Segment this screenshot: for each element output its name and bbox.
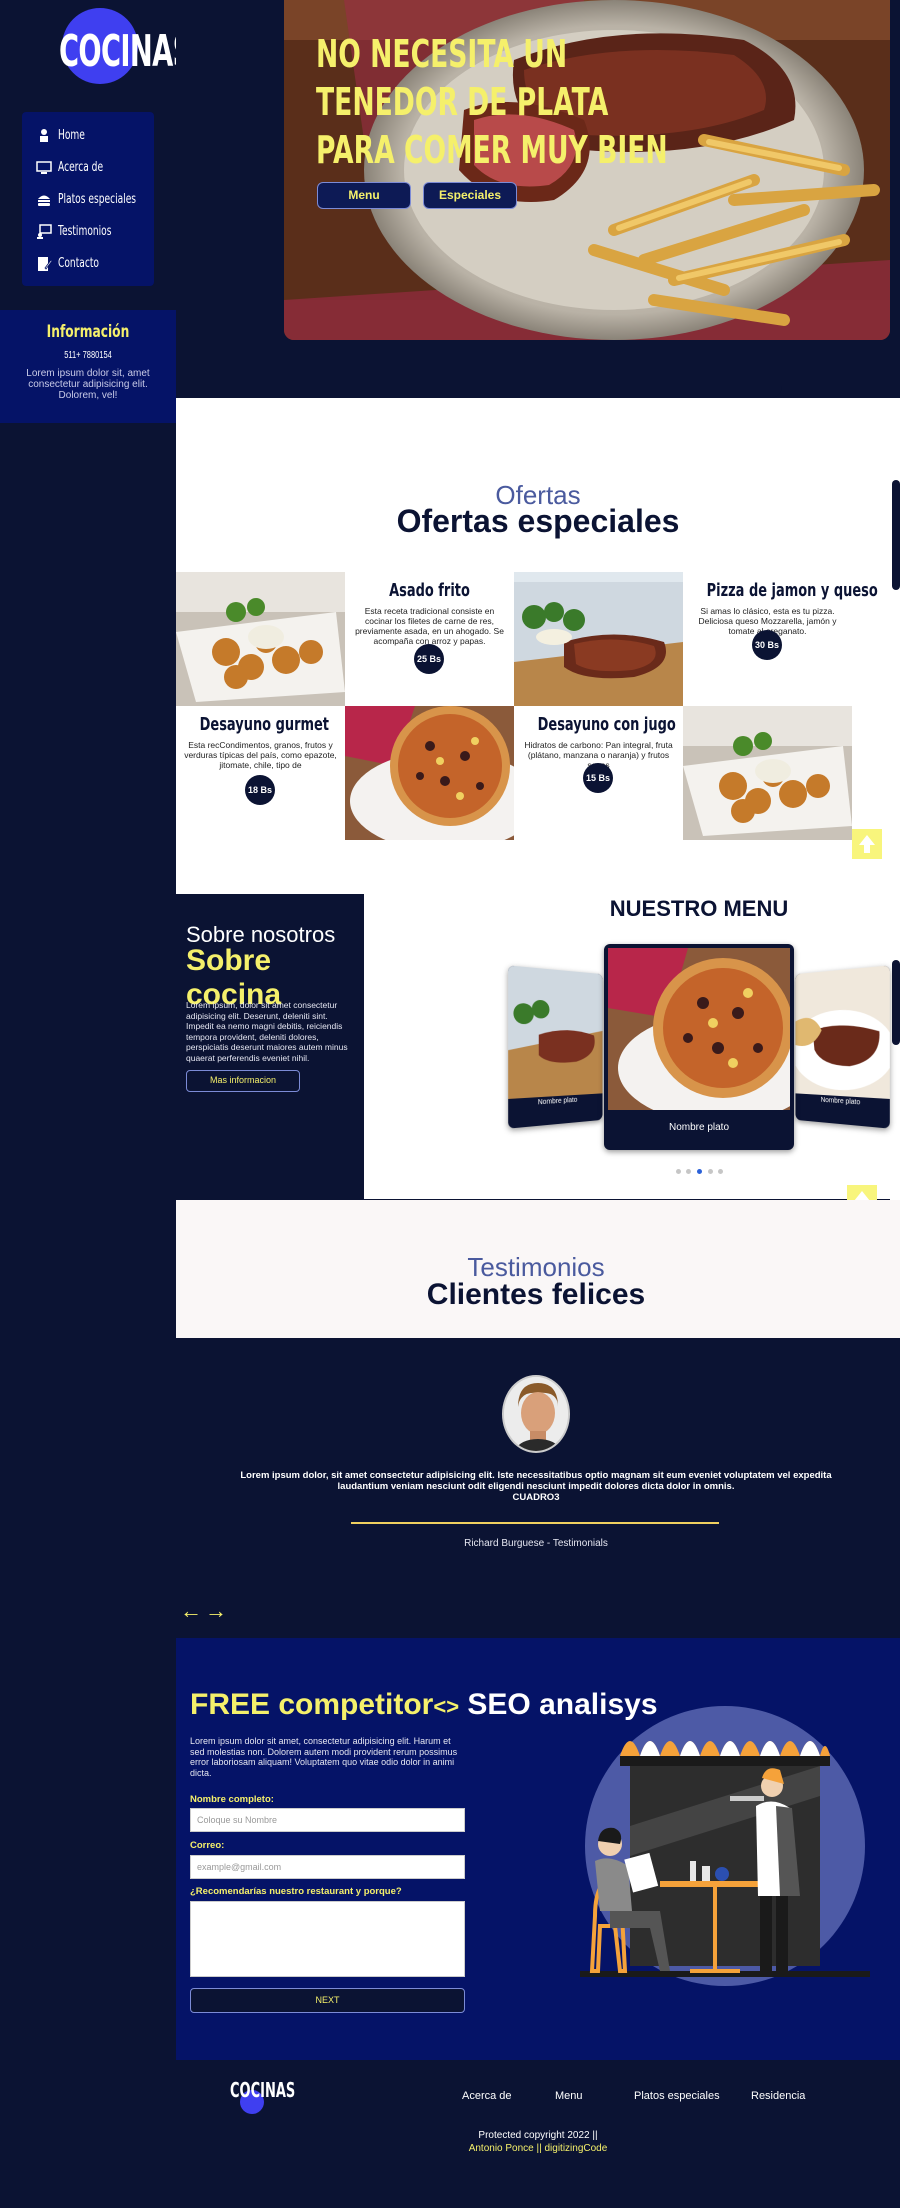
- carousel-dot[interactable]: [676, 1169, 681, 1174]
- menu-title: NUESTRO MENU: [364, 896, 900, 922]
- footer-link-acerca[interactable]: Acerca de: [462, 2090, 512, 2102]
- offer-title: Desayuno con jugo: [538, 714, 660, 735]
- author-credit: Antonio Ponce || digitizingCode: [176, 2143, 900, 2154]
- carousel-dot-active[interactable]: [697, 1169, 702, 1174]
- chat-icon: [36, 224, 52, 240]
- price-badge: 18 Bs: [245, 775, 275, 805]
- info-title: Información: [25, 322, 152, 342]
- hero-title: NO NECESITA UN TENEDOR DE PLATA PARA COM…: [316, 30, 668, 174]
- restaurant-illustration: [580, 1696, 880, 1996]
- name-input[interactable]: Coloque su Nombre: [190, 1808, 465, 1832]
- offer-description: Esta receta tradicional consiste en coci…: [351, 606, 508, 646]
- footer-link-residencia[interactable]: Residencia: [751, 2090, 805, 2102]
- food-image-nuggets: [176, 572, 345, 706]
- offer-title: Desayuno gurmet: [200, 714, 322, 735]
- monitor-icon: [36, 160, 52, 176]
- carousel-dot[interactable]: [718, 1169, 723, 1174]
- offer-card[interactable]: Desayuno con jugo Hidratos de carbono: P…: [514, 706, 683, 840]
- prev-arrow-icon[interactable]: ←: [180, 1598, 202, 1624]
- hero-title-line: PARA COMER MUY BIEN: [316, 126, 668, 174]
- hero-title-line: NO NECESITA UN: [316, 30, 668, 78]
- contact-icon: [36, 256, 52, 272]
- price-badge: 25 Bs: [414, 644, 444, 674]
- next-arrow-icon[interactable]: →: [205, 1598, 227, 1624]
- testimonials-title: Clientes felices: [176, 1278, 896, 1312]
- offer-card[interactable]: Pizza de jamon y queso Si amas lo clásic…: [683, 572, 852, 706]
- menu-card-image: [796, 965, 890, 1099]
- testimonial-quote: Lorem ipsum dolor, sit amet consectetur …: [236, 1470, 836, 1503]
- menu-card[interactable]: Nombre plato: [796, 965, 890, 1128]
- scroll-handle[interactable]: [892, 960, 900, 1045]
- brand-logo[interactable]: COCINAS: [40, 8, 140, 88]
- sidebar-item-label: Acerca de: [58, 160, 103, 175]
- offer-description: Esta recCondimentos, granos, frutos y ve…: [182, 740, 339, 770]
- offer-title: Pizza de jamon y queso: [707, 580, 829, 601]
- sidebar-item-contacto[interactable]: Contacto: [36, 254, 146, 274]
- arrow-up-icon: [852, 829, 882, 859]
- testimonial-author: Richard Burguese - Testimonials: [176, 1538, 896, 1549]
- menu-card-image: [508, 965, 602, 1099]
- testimonial-code: CUADRO3: [513, 1492, 560, 1503]
- sidebar-item-label: Contacto: [58, 256, 99, 271]
- testimonial-text: Lorem ipsum dolor, sit amet consectetur …: [240, 1470, 831, 1492]
- ofertas-title: Ofertas especiales: [176, 503, 900, 540]
- footer-logo-text: COCINAS: [230, 2078, 282, 2102]
- sidebar-item-acerca[interactable]: Acerca de: [36, 158, 146, 178]
- recommend-label: ¿Recomendarías nuestro restaurant y porq…: [190, 1886, 402, 1897]
- hero-banner: NO NECESITA UN TENEDOR DE PLATA PARA COM…: [284, 0, 890, 340]
- sidebar-nav: Home Acerca de Platos especiales Testimo…: [22, 112, 154, 286]
- about-text: Lorem ipsum, dolor sit amet consectetur …: [186, 1000, 356, 1063]
- especiales-button[interactable]: Especiales: [423, 182, 517, 209]
- food-image-nuggets: [683, 706, 852, 840]
- carousel-dot[interactable]: [686, 1169, 691, 1174]
- info-text: Lorem ipsum dolor sit, amet consectetur …: [14, 368, 162, 401]
- offer-card[interactable]: Desayuno gurmet Esta recCondimentos, gra…: [176, 706, 345, 840]
- burger-icon: [36, 192, 52, 208]
- recommend-textarea[interactable]: [190, 1901, 465, 1977]
- offer-title: Asado frito: [369, 580, 491, 601]
- sidebar-item-label: Platos especiales: [58, 192, 136, 207]
- email-input[interactable]: example@gmail.com: [190, 1855, 465, 1879]
- food-image-pizza: [345, 706, 514, 840]
- footer-link-platos[interactable]: Platos especiales: [634, 2090, 720, 2102]
- sidebar-item-label: Home: [58, 128, 85, 143]
- food-image-steak: [514, 572, 683, 706]
- next-button[interactable]: NEXT: [190, 1988, 465, 2013]
- copyright-text: Protected copyright 2022 ||: [176, 2130, 900, 2141]
- menu-card[interactable]: Nombre plato: [508, 965, 602, 1128]
- menu-button[interactable]: Menu: [317, 182, 411, 209]
- divider: [351, 1522, 719, 1524]
- price-badge: 15 Bs: [583, 763, 613, 793]
- seo-title-yellow: FREE competitor: [190, 1688, 433, 1721]
- sidebar-item-label: Testimonios: [58, 224, 111, 239]
- email-label: Correo:: [190, 1840, 224, 1851]
- name-label: Nombre completo:: [190, 1794, 274, 1805]
- seo-text: Lorem ipsum dolor sit amet, consectetur …: [190, 1736, 458, 1778]
- sidebar-item-home[interactable]: Home: [36, 126, 146, 146]
- footer-link-menu[interactable]: Menu: [555, 2090, 583, 2102]
- info-panel: Información 511+ 7880154 Lorem ipsum dol…: [0, 310, 176, 423]
- price-badge: 30 Bs: [752, 630, 782, 660]
- code-icon: <>: [433, 1694, 459, 1719]
- avatar: [502, 1375, 570, 1453]
- menu-card-label: Nombre plato: [604, 1122, 794, 1133]
- scroll-top-button[interactable]: [852, 829, 882, 859]
- sidebar-item-testimonios[interactable]: Testimonios: [36, 222, 146, 242]
- home-icon: [36, 128, 52, 144]
- carousel-dot[interactable]: [708, 1169, 713, 1174]
- about-section: Sobre nosotros Sobre cocina Lorem ipsum,…: [176, 894, 364, 1199]
- sidebar-item-platos[interactable]: Platos especiales: [36, 190, 146, 210]
- menu-card-image: [608, 948, 790, 1110]
- footer-logo[interactable]: COCINAS: [226, 2076, 286, 2116]
- logo-text: COCINAS: [59, 26, 121, 77]
- menu-card[interactable]: Nombre plato: [604, 944, 794, 1150]
- mas-informacion-button[interactable]: Mas informacion: [186, 1070, 300, 1092]
- offer-card[interactable]: Asado frito Esta receta tradicional cons…: [345, 572, 514, 706]
- info-phone: 511+ 7880154: [22, 350, 154, 361]
- hero-title-line: TENEDOR DE PLATA: [316, 78, 668, 126]
